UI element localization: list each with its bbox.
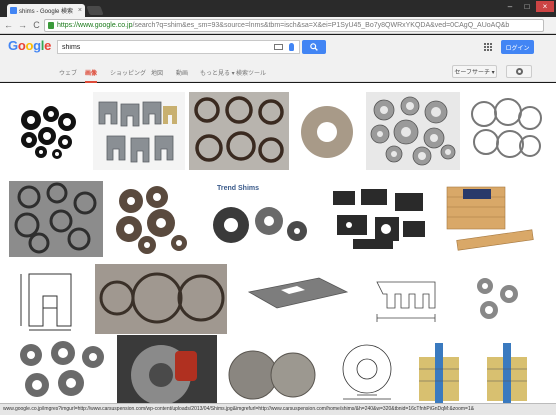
search-icon xyxy=(310,43,318,51)
image-result[interactable] xyxy=(449,264,545,334)
reload-button[interactable]: C xyxy=(31,20,42,31)
tab-more[interactable]: もっと見る ▾ xyxy=(200,68,235,77)
image-result[interactable] xyxy=(117,335,217,405)
url-host: https://www.google.co.jp xyxy=(57,22,133,29)
washer-drawing-image xyxy=(342,344,392,400)
small-washers-image xyxy=(477,278,518,319)
image-result[interactable] xyxy=(464,92,546,170)
trend-shims-text: Trend Shims xyxy=(217,185,260,192)
image-result[interactable] xyxy=(366,92,460,170)
image-result[interactable] xyxy=(95,264,227,334)
image-result[interactable]: Trend Shims xyxy=(199,181,321,257)
search-box xyxy=(57,40,300,54)
url-path: /search?q=shim&es_sm=93&source=lnms&tbm=… xyxy=(132,22,510,29)
shim-drawing-image xyxy=(376,281,436,322)
logo-letter: G xyxy=(8,38,18,53)
tab-web[interactable]: ウェブ xyxy=(59,68,77,77)
minimize-button[interactable]: – xyxy=(502,1,518,12)
logo-letter: g xyxy=(33,38,41,53)
large-shim-rings-image xyxy=(99,272,225,324)
image-result[interactable] xyxy=(9,181,103,257)
thin-ring-shims-image xyxy=(471,98,542,158)
tab-shopping[interactable]: ショッピング xyxy=(110,68,146,77)
tab-close-icon[interactable]: × xyxy=(78,7,82,14)
trend-shims-image xyxy=(213,207,307,243)
status-bar: www.google.co.jp/imgres?imgurl=http://ww… xyxy=(0,403,556,415)
forward-button[interactable]: → xyxy=(17,20,28,31)
wood-shims-image xyxy=(446,186,534,251)
image-result[interactable] xyxy=(411,335,545,405)
image-result[interactable] xyxy=(93,92,185,170)
image-result[interactable] xyxy=(9,92,89,170)
image-results: Trend Shims xyxy=(0,83,556,405)
settings-button[interactable] xyxy=(506,65,532,78)
logo-letter: o xyxy=(25,38,34,53)
image-result[interactable] xyxy=(369,264,445,334)
tab-maps[interactable]: 地図 xyxy=(151,68,163,77)
window-title-bar: shims - Google 検索 × – □ × xyxy=(0,0,556,17)
search-button[interactable] xyxy=(302,40,326,54)
search-input[interactable] xyxy=(62,43,272,51)
mixed-shims-image xyxy=(370,96,456,166)
image-result[interactable] xyxy=(325,181,433,257)
image-result[interactable] xyxy=(9,264,91,334)
shim-washers-image xyxy=(21,106,76,159)
gear-icon xyxy=(515,68,523,75)
tab-search-tools[interactable]: 検索ツール xyxy=(236,68,266,77)
image-result[interactable] xyxy=(437,181,545,257)
safesearch-button[interactable]: セーフサーチ ▾ xyxy=(452,65,497,78)
slotted-shims-image xyxy=(98,101,177,163)
metal-washers-image xyxy=(20,341,104,397)
google-header: Google ログイン xyxy=(0,35,556,61)
address-bar[interactable]: https://www.google.co.jp /search?q=shim&… xyxy=(44,19,544,32)
image-result[interactable] xyxy=(231,264,365,334)
google-logo[interactable]: Google xyxy=(8,38,51,53)
shim-stack-diagram-image xyxy=(419,343,527,403)
microphone-icon[interactable] xyxy=(289,43,294,51)
stacked-shims-image xyxy=(116,186,187,254)
shim-rings-image xyxy=(194,96,284,163)
close-window-button[interactable]: × xyxy=(536,1,554,12)
maximize-button[interactable]: □ xyxy=(519,1,535,12)
shim-diagram-image xyxy=(20,273,72,331)
tab-videos[interactable]: 動画 xyxy=(176,68,188,77)
browser-toolbar: ← → C https://www.google.co.jp /search?q… xyxy=(0,17,556,34)
search-tabs: ウェブ 画像 ショッピング 地図 動画 もっと見る ▾ 検索ツール セーフサーチ… xyxy=(0,61,556,83)
cut-shims-image xyxy=(333,189,425,249)
single-slotted-shim-image xyxy=(247,277,349,309)
image-result[interactable] xyxy=(221,335,323,405)
apps-grid-icon[interactable] xyxy=(484,43,492,51)
browser-tab[interactable]: shims - Google 検索 × xyxy=(7,4,85,17)
lock-icon xyxy=(48,22,54,29)
grey-shim-rings-image xyxy=(14,182,97,254)
tab-images[interactable]: 画像 xyxy=(85,68,98,83)
logo-letter: e xyxy=(44,38,52,53)
keyboard-icon[interactable] xyxy=(274,44,283,50)
image-result[interactable] xyxy=(9,335,113,405)
image-result[interactable] xyxy=(327,335,407,405)
new-tab-button[interactable] xyxy=(86,6,104,15)
tab-title: shims - Google 検索 xyxy=(19,9,74,15)
image-result[interactable] xyxy=(189,92,289,170)
flat-washer-image xyxy=(301,106,353,158)
back-button[interactable]: ← xyxy=(3,20,14,31)
solid-shim-discs-image xyxy=(228,350,316,400)
image-result[interactable] xyxy=(292,92,362,170)
google-favicon-icon xyxy=(10,7,17,14)
login-button[interactable]: ログイン xyxy=(501,40,534,54)
brake-disc-image xyxy=(131,345,197,405)
image-result[interactable] xyxy=(107,181,195,257)
